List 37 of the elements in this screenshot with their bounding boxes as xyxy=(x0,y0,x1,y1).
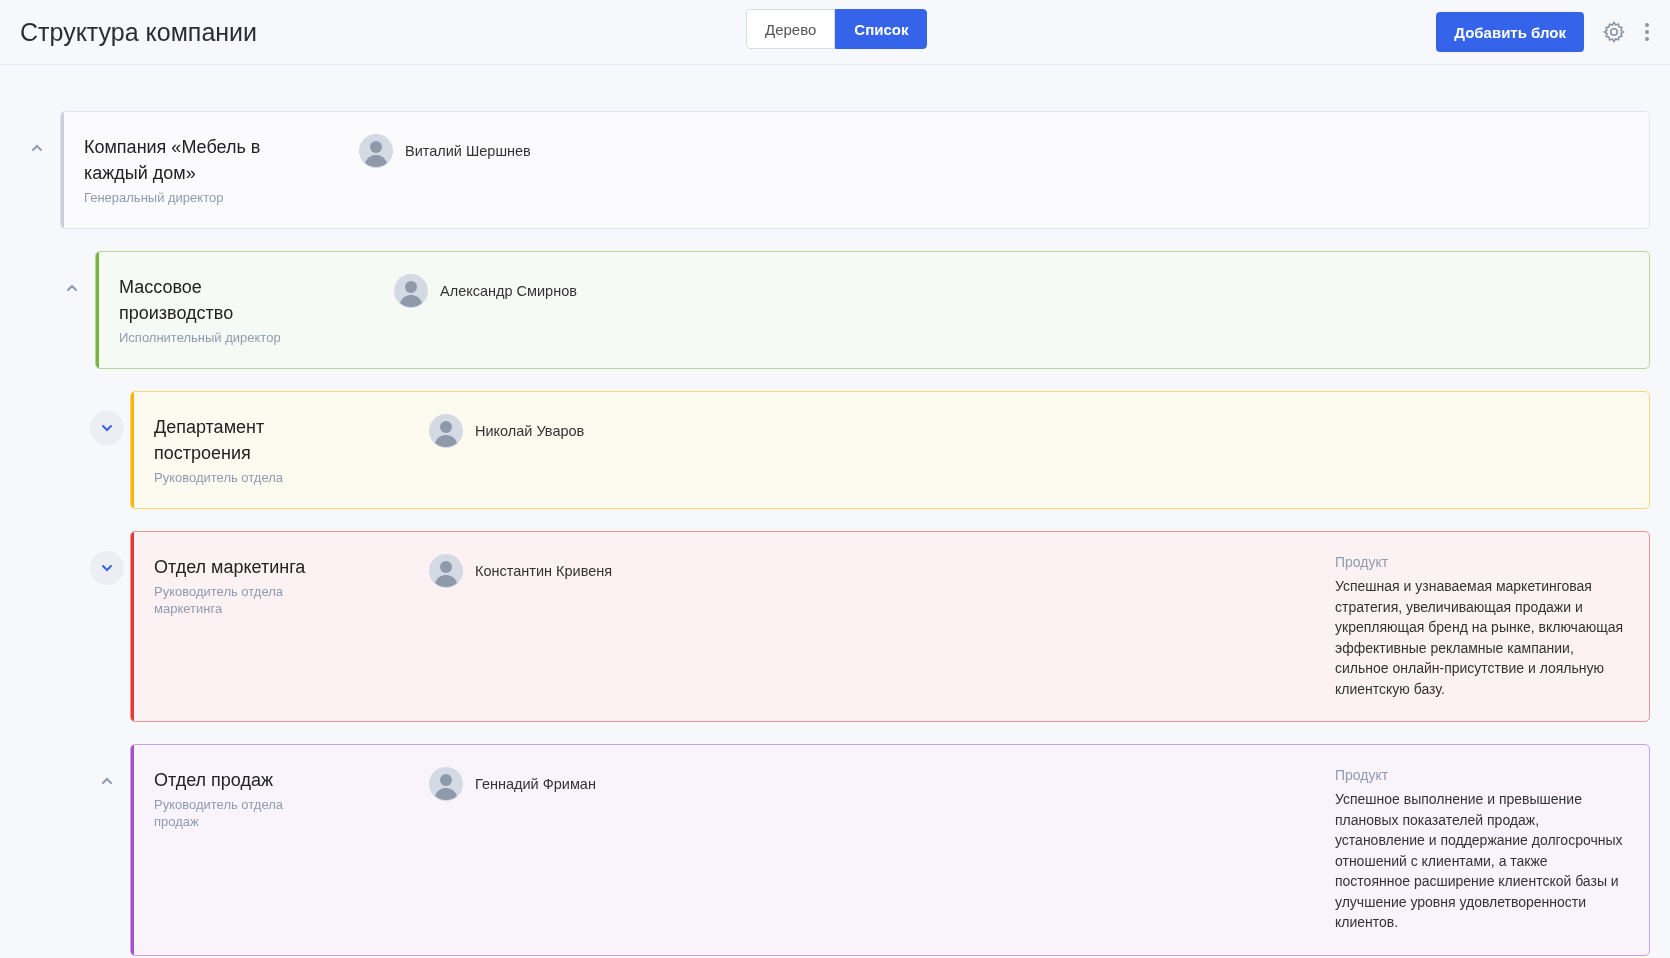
settings-icon[interactable] xyxy=(1602,20,1626,44)
toggle-button[interactable] xyxy=(90,551,124,585)
view-tab[interactable]: Список xyxy=(835,9,928,49)
more-icon[interactable] xyxy=(1644,22,1650,42)
product-text: Успешное выполнение и превышение плановых показателей продаж, установление и поддержание долгосрочных отношений с клиентами, а также постоянное расширение клиентской базы и улучшение уровня удовлетворенности клиентов. xyxy=(1335,790,1624,932)
avatar-icon xyxy=(429,414,463,448)
product-label: Продукт xyxy=(1335,554,1390,570)
person-name: Александр Смирнов xyxy=(440,282,577,301)
toggle-button[interactable] xyxy=(90,411,124,445)
unit-title: Массовое производство xyxy=(119,276,235,325)
avatar-icon xyxy=(394,274,428,308)
role-text: Руководитель отдела продаж xyxy=(154,796,285,830)
unit-title: Отдел маркетинга xyxy=(154,556,307,579)
product-label: Продукт xyxy=(1335,767,1390,783)
view-tab[interactable]: Дерево xyxy=(746,9,836,49)
chevron-icon xyxy=(31,144,43,152)
unit-title: Отдел продаж xyxy=(154,769,274,792)
chevron-icon xyxy=(101,564,113,572)
person-name: Константин Кривеня xyxy=(475,562,613,581)
avatar-icon xyxy=(359,134,393,168)
chevron-icon xyxy=(66,284,78,292)
role-text: Руководитель отдела маркетинга xyxy=(154,583,285,617)
add-block-button[interactable]: Добавить блок xyxy=(1436,12,1584,52)
person-name: Виталий Шершнев xyxy=(405,142,531,161)
product-text: Успешная и узнаваемая маркетинговая стратегия, увеличивающая продажи и укрепляющая бренд на рынке, включающая эффективные рекламные кампании, сильное онлайн-присутствие и лояльную клиентскую базу. xyxy=(1335,577,1625,699)
person-name: Геннадий Фриман xyxy=(475,775,596,794)
unit-title: Департамент построения xyxy=(154,416,266,465)
unit-title: Компания «Мебель в каждый дом» xyxy=(84,136,262,185)
chevron-icon xyxy=(101,424,113,432)
role-text: Руководитель отдела xyxy=(154,469,285,486)
role-text: Исполнительный директор xyxy=(119,329,282,346)
person-name: Николай Уваров xyxy=(475,422,585,441)
avatar-icon xyxy=(429,767,463,801)
avatar-icon xyxy=(429,554,463,588)
role-text: Генеральный директор xyxy=(84,189,225,206)
page-title: Структура компании xyxy=(20,17,258,47)
chevron-icon xyxy=(101,777,113,785)
